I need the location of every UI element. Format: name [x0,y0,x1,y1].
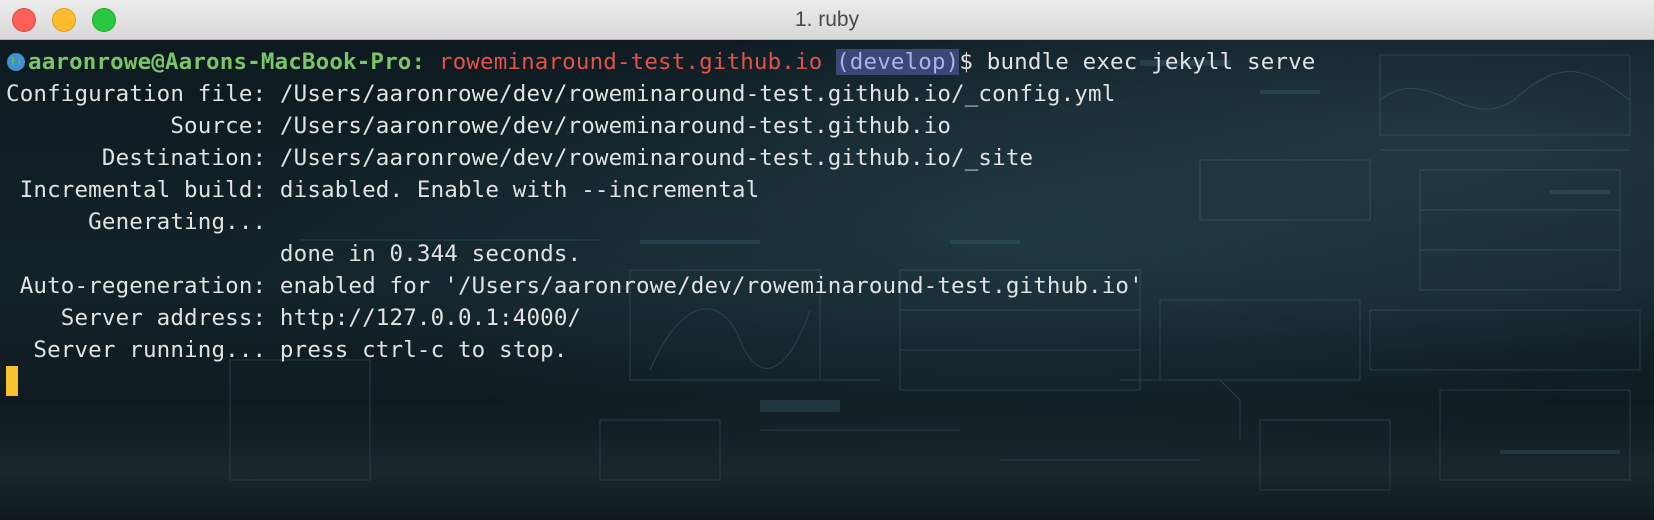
terminal-output: aaronrowe@Aarons-MacBook-Pro: roweminaro… [6,46,1646,398]
prompt-symbol: $ [959,49,974,75]
window-title: 1. ruby [794,8,860,31]
output-line-incremental: Incremental build: disabled. Enable with… [6,177,760,203]
output-line-server-running: Server running... press ctrl-c to stop. [6,337,568,363]
globe-icon [7,53,25,71]
cursor-line [6,366,1646,398]
prompt-user-host: aaronrowe@Aarons-MacBook-Pro: [28,49,426,75]
prompt-git-branch: (develop) [836,49,960,75]
text-cursor [6,366,18,396]
output-line-source: Source: /Users/aaronrowe/dev/roweminarou… [6,113,952,139]
output-line-server-address: Server address: http://127.0.0.1:4000/ [6,305,582,331]
background-fog [0,400,1654,520]
prompt-line: aaronrowe@Aarons-MacBook-Pro: roweminaro… [6,46,1646,78]
output-line-done: done in 0.344 seconds. [6,241,582,267]
output-line-destination: Destination: /Users/aaronrowe/dev/rowemi… [6,145,1034,171]
terminal-content[interactable]: aaronrowe@Aarons-MacBook-Pro: roweminaro… [0,40,1654,520]
terminal-window: 1. ruby aaronrowe@Aarons-MacBook-Pro: ro… [0,0,1654,520]
output-line-auto-regeneration: Auto-regeneration: enabled for '/Users/a… [6,273,1143,299]
output-line-config: Configuration file: /Users/aaronrowe/dev… [6,81,1116,107]
title-bar[interactable]: 1. ruby [0,0,1654,40]
output-line-generating: Generating... [6,209,267,235]
prompt-command: bundle exec jekyll serve [986,49,1316,75]
prompt-directory: roweminaround-test.github.io [438,49,823,75]
